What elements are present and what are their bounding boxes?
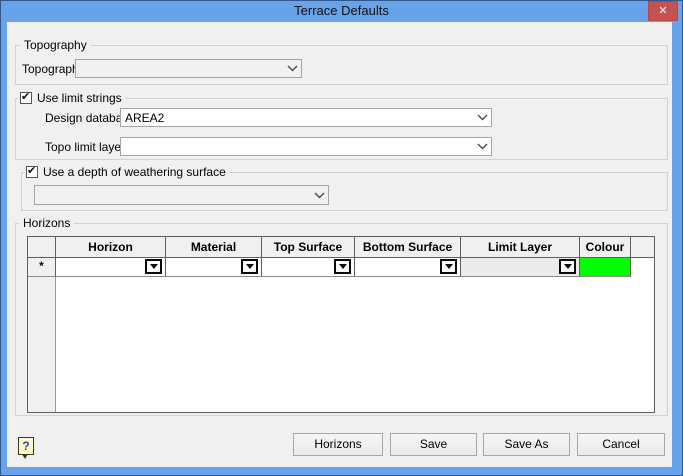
use-limit-strings-checkbox-row[interactable]: ✔ Use limit strings: [18, 90, 126, 106]
row-filler: [631, 258, 654, 277]
column-header-limit-layer[interactable]: Limit Layer: [461, 237, 580, 258]
cell-material[interactable]: [166, 258, 262, 277]
cell-dropdown-button[interactable]: [559, 259, 576, 274]
horizons-table-header: Horizon Material Top Surface Bottom Surf…: [28, 237, 654, 258]
cell-limit-layer[interactable]: [461, 258, 580, 277]
column-header-horizon[interactable]: Horizon: [56, 237, 166, 258]
titlebar[interactable]: Terrace Defaults ✕: [0, 0, 683, 22]
cancel-button[interactable]: Cancel: [577, 433, 665, 456]
dropdown-arrow-icon: [150, 264, 158, 269]
topography-combobox[interactable]: [75, 59, 302, 78]
cell-bottom-surface[interactable]: [355, 258, 461, 277]
cell-dropdown-button[interactable]: [334, 259, 351, 274]
dropdown-arrow-icon: [339, 264, 347, 269]
cell-dropdown-button[interactable]: [440, 259, 457, 274]
horizons-button[interactable]: Horizons: [293, 433, 383, 456]
topo-limit-layer-label: Topo limit layer: [45, 140, 125, 154]
close-icon: ✕: [658, 6, 667, 17]
cell-dropdown-button[interactable]: [241, 259, 258, 274]
checkmark-icon: ✔: [21, 90, 30, 103]
use-limit-strings-label: Use limit strings: [37, 91, 122, 105]
use-limit-strings-checkbox[interactable]: ✔: [20, 92, 32, 104]
dropdown-arrow-icon: [445, 264, 453, 269]
help-glyph: ?: [22, 439, 29, 453]
chevron-down-icon: [283, 65, 301, 72]
new-row-marker[interactable]: *: [28, 258, 56, 277]
help-icon[interactable]: ?: [18, 437, 34, 455]
column-header-top-surface[interactable]: Top Surface: [262, 237, 355, 258]
column-header-material[interactable]: Material: [166, 237, 262, 258]
chevron-down-icon: [310, 192, 328, 199]
table-row: *: [28, 258, 654, 277]
cell-horizon[interactable]: [56, 258, 166, 277]
cell-dropdown-button[interactable]: [145, 259, 162, 274]
weathering-combobox[interactable]: [34, 185, 329, 205]
use-weathering-checkbox[interactable]: ✔: [26, 166, 38, 178]
chevron-down-icon: [473, 143, 491, 150]
header-filler: [631, 237, 654, 258]
use-weathering-checkbox-row[interactable]: ✔ Use a depth of weathering surface: [24, 164, 230, 180]
dropdown-arrow-icon: [246, 264, 254, 269]
row-header-strip: [28, 277, 56, 412]
cell-top-surface[interactable]: [262, 258, 355, 277]
dropdown-arrow-icon: [564, 264, 572, 269]
design-database-combobox[interactable]: AREA2: [120, 108, 492, 127]
dialog-content: Topography Topography ✔ Use limit string…: [7, 22, 672, 467]
column-header-colour[interactable]: Colour: [580, 237, 631, 258]
save-as-button[interactable]: Save As: [483, 433, 570, 456]
window-title: Terrace Defaults: [0, 3, 683, 18]
close-button[interactable]: ✕: [648, 1, 678, 21]
design-database-value: AREA2: [121, 111, 473, 125]
checkmark-icon: ✔: [27, 164, 36, 177]
chevron-down-icon: [473, 114, 491, 121]
save-button[interactable]: Save: [390, 433, 477, 456]
row-selector-header: [28, 237, 56, 258]
horizons-group-title: Horizons: [19, 216, 74, 230]
horizons-table: Horizon Material Top Surface Bottom Surf…: [27, 236, 655, 413]
use-weathering-label: Use a depth of weathering surface: [43, 165, 226, 179]
column-header-bottom-surface[interactable]: Bottom Surface: [355, 237, 461, 258]
cell-colour-swatch[interactable]: [580, 258, 631, 277]
topography-group-title: Topography: [20, 38, 91, 52]
topo-limit-layer-combobox[interactable]: [120, 137, 492, 156]
terrace-defaults-dialog: Terrace Defaults ✕ Topography Topography…: [0, 0, 683, 476]
